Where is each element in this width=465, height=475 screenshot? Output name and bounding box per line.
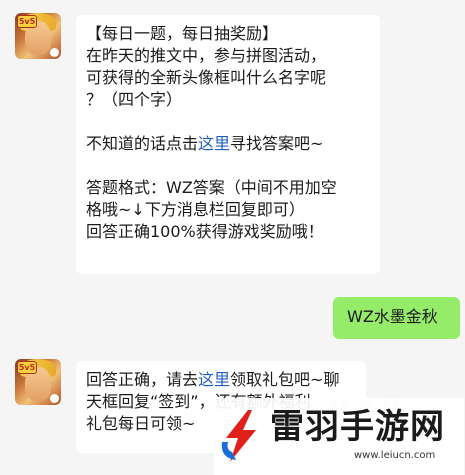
message-line: WZ水墨金秋	[347, 307, 438, 326]
message-bubble-question[interactable]: 【每日一题，每日抽奖励】 在昨天的推文中，参与拼图活动， 可获得的全新头像框叫什…	[76, 15, 380, 274]
message-line: 【每日一题，每日抽奖励】	[86, 24, 279, 43]
avatar-star-icon	[50, 394, 59, 403]
avatar-star-icon	[50, 48, 59, 57]
message-line: 格哦~↓下方消息栏回复即可）	[86, 200, 305, 219]
avatar-badge: 5v5	[17, 361, 37, 374]
message-line: 答题格式：WZ答案（中间不用加空	[86, 178, 337, 197]
watermark-url: www.leiucn.com	[354, 450, 436, 461]
message-line: 可获得的全新头像框叫什么名字呢	[86, 68, 327, 87]
watermark: 雷羽手游网 www.leiucn.com	[214, 398, 464, 475]
message-bubble-reply[interactable]: WZ水墨金秋	[333, 297, 460, 339]
avatar[interactable]: 5v5	[15, 359, 61, 405]
message-line: ？（四个字）	[86, 90, 183, 109]
message-line: 不知道的话点击这里寻找答案吧~	[86, 133, 370, 155]
avatar[interactable]: 5v5	[15, 13, 61, 59]
message-text: 回答正确，请去	[86, 370, 199, 389]
answer-link[interactable]: 这里	[198, 134, 230, 153]
message-text: 领取礼包吧~聊	[230, 370, 340, 389]
message-line: 回答正确100%获得游戏奖励哦！	[86, 222, 324, 241]
watermark-title: 雷羽手游网	[270, 407, 445, 447]
message-line: 回答正确，请去这里领取礼包吧~聊	[86, 369, 356, 391]
avatar-badge: 5v5	[17, 15, 37, 28]
message-line: 在昨天的推文中，参与拼图活动，	[86, 46, 327, 65]
message-text: 寻找答案吧~	[230, 134, 324, 153]
reward-link[interactable]: 这里	[198, 370, 230, 389]
message-text: 不知道的话点击	[86, 134, 199, 153]
watermark-logo-icon	[221, 410, 256, 462]
